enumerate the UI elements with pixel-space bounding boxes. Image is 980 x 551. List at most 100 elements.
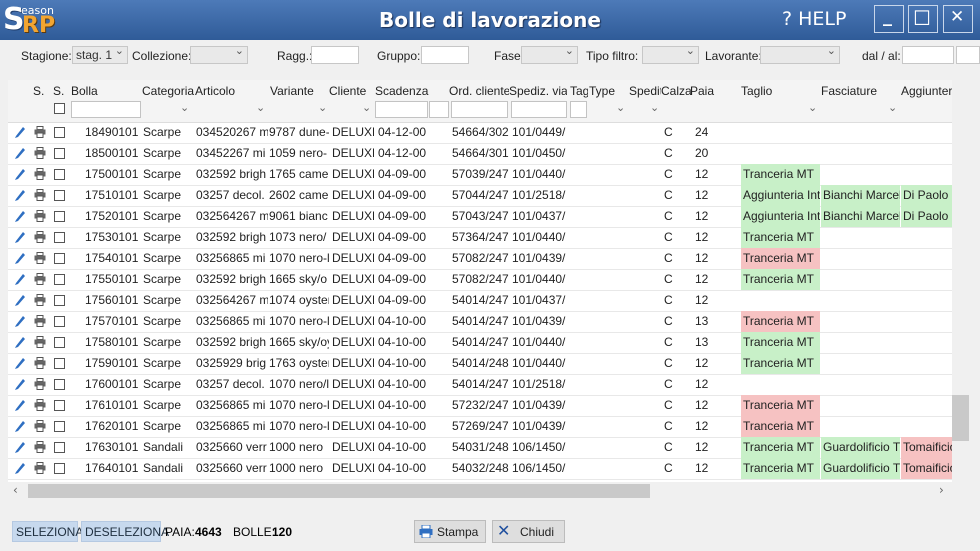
row-checkbox[interactable] — [54, 316, 65, 327]
table-row[interactable]: 17610101 Scarpe 03256865 mi 1070 nero-l DELU… — [8, 395, 952, 417]
table-row[interactable]: 17550101 Scarpe 032592 brigh 1665 sky/o DELU… — [8, 269, 952, 291]
edit-pencil-icon[interactable] — [14, 167, 26, 181]
row-checkbox[interactable] — [54, 232, 65, 243]
edit-pencil-icon[interactable] — [14, 251, 26, 265]
row-checkbox[interactable] — [54, 148, 65, 159]
table-row[interactable]: 18500101 Scarpe 03452267 mi 1059 nero- DELUX… — [8, 143, 952, 165]
scroll-left-icon[interactable]: ‹ — [13, 483, 18, 497]
col-taglio[interactable]: Taglio — [741, 84, 817, 98]
ord-cliente-filter-input[interactable] — [451, 101, 508, 118]
minimize-button[interactable]: _ — [874, 5, 904, 33]
print-icon[interactable] — [34, 420, 46, 432]
table-row[interactable]: 17530101 Scarpe 032592 brigh 1073 nero/DELU… — [8, 227, 952, 249]
date-to-input[interactable] — [956, 46, 980, 64]
row-checkbox[interactable] — [54, 190, 65, 201]
edit-pencil-icon[interactable] — [14, 272, 26, 286]
edit-pencil-icon[interactable] — [14, 419, 26, 433]
col-s1[interactable]: S. — [33, 84, 49, 98]
col-variante[interactable]: Variante — [270, 84, 332, 98]
spediz-via-filter-input[interactable] — [511, 101, 567, 118]
edit-pencil-icon[interactable] — [14, 188, 26, 202]
lavorante-select[interactable] — [760, 44, 840, 64]
table-row[interactable]: 17520101 Scarpe 032564267 m 9061 bianc DELUX… — [8, 206, 952, 228]
print-icon[interactable] — [34, 252, 46, 264]
edit-pencil-icon[interactable] — [14, 125, 26, 139]
scadenza-from-input[interactable] — [375, 101, 428, 118]
date-from-input[interactable] — [902, 46, 954, 64]
print-icon[interactable] — [34, 441, 46, 453]
col-categoria[interactable]: Categoria — [142, 84, 196, 98]
edit-pencil-icon[interactable] — [14, 440, 26, 454]
row-checkbox[interactable] — [54, 463, 65, 474]
col-spediz-via[interactable]: Spediz. via — [509, 84, 567, 98]
col-aggiunteria[interactable]: Aggiunteria — [901, 84, 952, 98]
variante-filter-chevron-icon[interactable]: ⌄ — [318, 101, 327, 114]
row-checkbox[interactable] — [54, 337, 65, 348]
col-calza[interactable]: Calza — [661, 84, 691, 98]
cliente-filter-chevron-icon[interactable]: ⌄ — [362, 101, 371, 114]
col-type[interactable]: Type — [589, 84, 625, 98]
fase-select[interactable] — [521, 44, 578, 64]
row-checkbox[interactable] — [54, 274, 65, 285]
print-icon[interactable] — [34, 294, 46, 306]
scroll-right-icon[interactable]: › — [939, 483, 944, 497]
deseleziona-button[interactable]: DESELEZIONA — [81, 521, 169, 542]
select-all-checkbox[interactable] — [54, 103, 65, 114]
col-articolo[interactable]: Articolo — [195, 84, 267, 98]
scadenza-to-input[interactable] — [429, 101, 449, 118]
maximize-button[interactable]: ☐ — [908, 5, 938, 33]
tag-filter-input[interactable] — [570, 101, 587, 118]
bolla-filter-input[interactable] — [71, 101, 141, 118]
edit-pencil-icon[interactable] — [14, 398, 26, 412]
col-ord-cliente[interactable]: Ord. cliente — [449, 84, 509, 98]
horizontal-scroll-thumb[interactable] — [28, 484, 650, 498]
col-s2[interactable]: S. — [53, 84, 69, 98]
collezione-select[interactable] — [190, 44, 248, 64]
close-button[interactable]: ✕ — [943, 5, 973, 33]
edit-pencil-icon[interactable] — [14, 356, 26, 370]
print-icon[interactable] — [34, 147, 46, 159]
row-checkbox[interactable] — [54, 253, 65, 264]
print-icon[interactable] — [34, 315, 46, 327]
seleziona-button[interactable]: SELEZIONA — [12, 521, 83, 542]
table-row[interactable]: 17600101 Scarpe 03257 decol. 1070 nero/l DEL… — [8, 374, 952, 396]
col-scadenza[interactable]: Scadenza — [375, 84, 449, 98]
col-cliente[interactable]: Cliente — [329, 84, 375, 98]
table-row[interactable]: 17510101 Scarpe 03257 decol. 2602 camel DELU… — [8, 185, 952, 207]
col-tag[interactable]: Tag — [570, 84, 588, 98]
edit-pencil-icon[interactable] — [14, 293, 26, 307]
spedit-filter-chevron-icon[interactable]: ⌄ — [650, 101, 659, 114]
taglio-filter-chevron-icon[interactable]: ⌄ — [808, 101, 817, 114]
print-icon[interactable] — [34, 399, 46, 411]
table-row[interactable]: 17540101 Scarpe 03256865 mi 1070 nero-l DELU… — [8, 248, 952, 270]
col-paia[interactable]: Paia — [690, 84, 720, 98]
edit-pencil-icon[interactable] — [14, 314, 26, 328]
table-row[interactable]: 17630101 Sandali 0325660 verr 1000 nero DELU… — [8, 437, 952, 459]
print-icon[interactable] — [34, 231, 46, 243]
edit-pencil-icon[interactable] — [14, 209, 26, 223]
col-spedit[interactable]: Spedit — [629, 84, 661, 98]
col-fasciature[interactable]: Fasciature — [821, 84, 897, 98]
help-button[interactable]: ? HELP — [782, 8, 846, 30]
categoria-filter-chevron-icon[interactable]: ⌄ — [180, 101, 189, 114]
table-row[interactable]: 17500101 Scarpe 032592 brigh 1765 camel DELU… — [8, 164, 952, 186]
row-checkbox[interactable] — [54, 421, 65, 432]
row-checkbox[interactable] — [54, 358, 65, 369]
col-bolla[interactable]: Bolla — [71, 84, 139, 98]
stampa-button[interactable]: Stampa — [414, 520, 486, 543]
print-icon[interactable] — [34, 378, 46, 390]
table-row[interactable]: 17560101 Scarpe 032564267 m 1074 oyster DELU… — [8, 290, 952, 312]
row-checkbox[interactable] — [54, 442, 65, 453]
print-icon[interactable] — [34, 336, 46, 348]
edit-pencil-icon[interactable] — [14, 461, 26, 475]
table-row[interactable]: 17590101 Scarpe 0325929 brig 1763 oyster DEL… — [8, 353, 952, 375]
print-icon[interactable] — [34, 273, 46, 285]
ragg-input[interactable] — [311, 46, 359, 64]
fasciature-filter-chevron-icon[interactable]: ⌄ — [888, 101, 897, 114]
tipo-filtro-select[interactable] — [642, 44, 699, 64]
print-icon[interactable] — [34, 126, 46, 138]
edit-pencil-icon[interactable] — [14, 146, 26, 160]
row-checkbox[interactable] — [54, 211, 65, 222]
print-icon[interactable] — [34, 210, 46, 222]
chiudi-button[interactable]: ✕ Chiudi — [492, 520, 565, 543]
